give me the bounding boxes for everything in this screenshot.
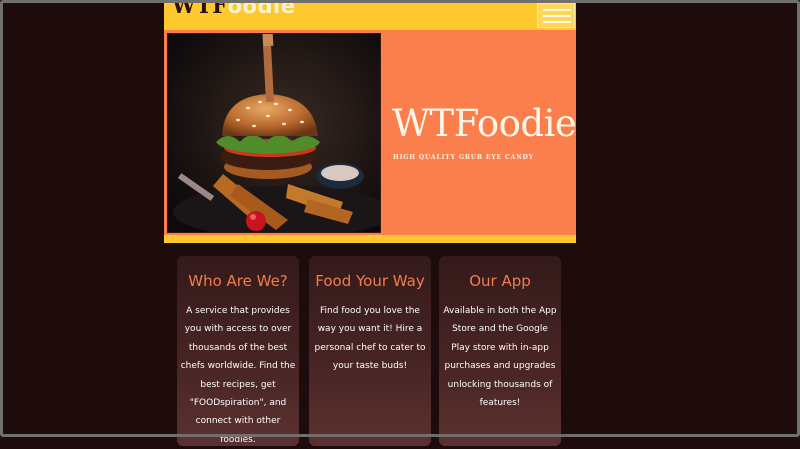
card-body: Available in both the App Store and the … <box>443 306 557 409</box>
hamburger-menu-icon <box>543 9 571 11</box>
hamburger-menu-icon-line <box>543 15 571 17</box>
logo-text-bold: WTF <box>172 0 228 18</box>
site-container: WTFoodie WTFoodie HIGH QUALITY GRUB EYE … <box>164 0 577 243</box>
card-title: Food Your Way <box>315 272 425 290</box>
top-navbar: WTFoodie <box>164 0 576 30</box>
hero-burger-image <box>167 33 381 233</box>
hero-tagline: HIGH QUALITY GRUB EYE CANDY <box>393 154 534 161</box>
card-body: A service that provides you with access … <box>180 306 296 445</box>
site-logo[interactable]: WTFoodie <box>172 0 295 18</box>
hamburger-menu-button[interactable] <box>537 3 575 28</box>
card-our-app: Our App Available in both the App Store … <box>439 256 561 446</box>
burger-illustration <box>168 34 380 232</box>
hero-banner: WTFoodie HIGH QUALITY GRUB EYE CANDY <box>164 30 577 235</box>
card-who-are-we: Who Are We? A service that provides you … <box>177 256 299 446</box>
card-title: Who Are We? <box>188 272 288 290</box>
card-body: Find food you love the way you want it! … <box>314 306 426 372</box>
hamburger-menu-icon-line <box>543 21 571 23</box>
card-food-your-way: Food Your Way Find food you love the way… <box>309 256 431 446</box>
hero-title: WTFoodie <box>392 102 577 145</box>
card-title: Our App <box>469 272 531 290</box>
logo-text-light: oodie <box>227 0 296 18</box>
hero-bottom-stripe <box>164 235 576 243</box>
